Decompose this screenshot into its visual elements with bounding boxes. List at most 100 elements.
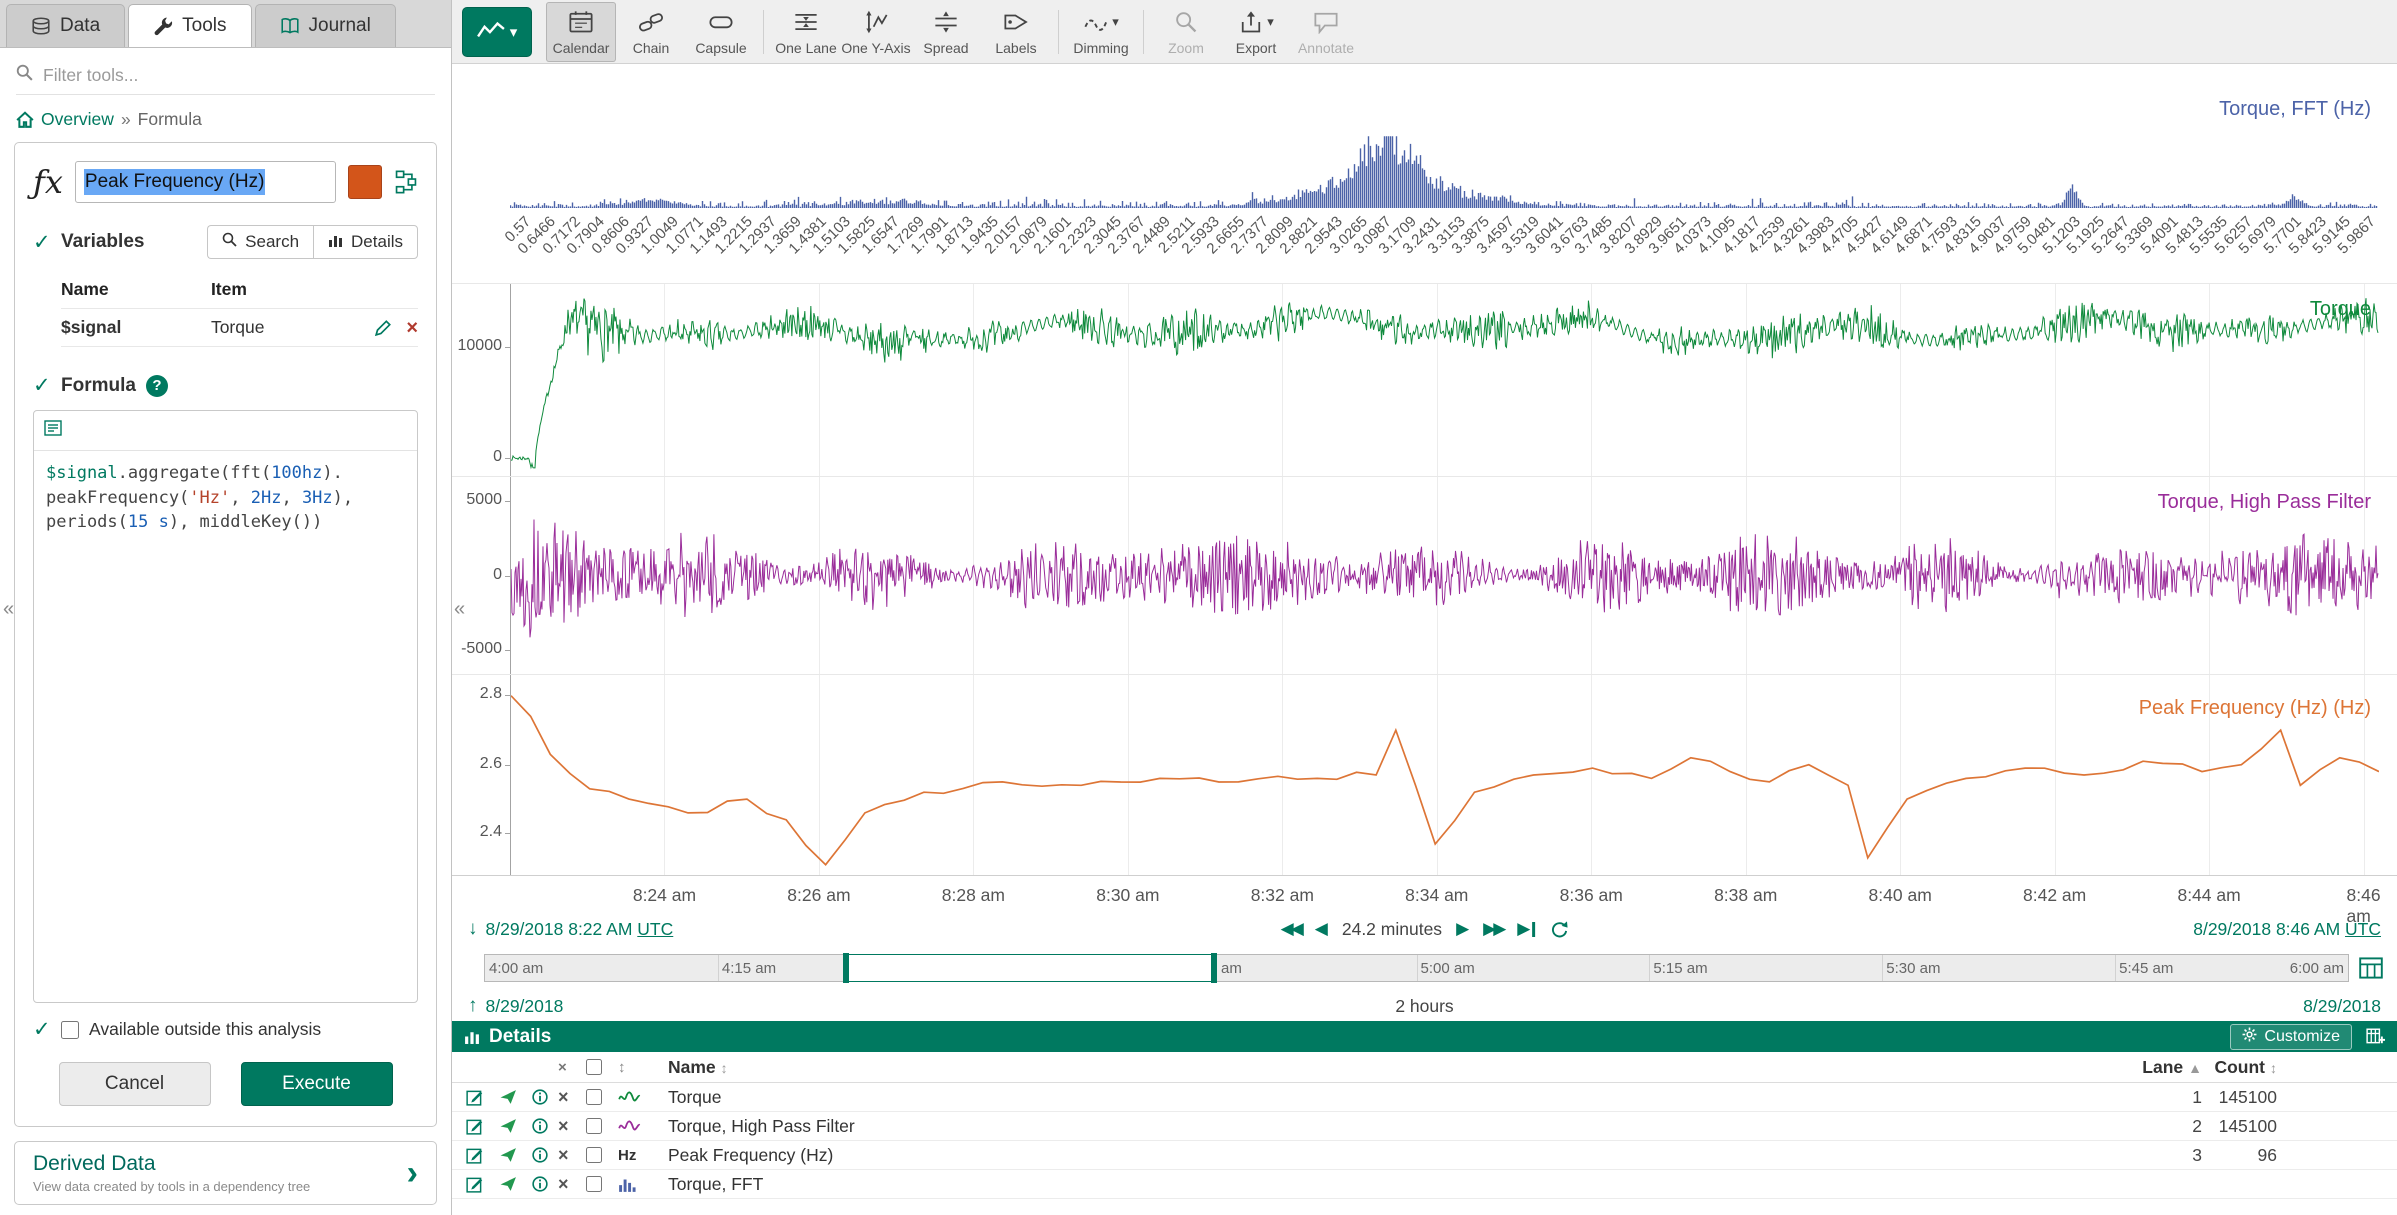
extend-timeline-icon[interactable]: ↑	[468, 995, 478, 1017]
extend-range-start-icon[interactable]: ↓	[468, 918, 478, 940]
item-checkbox[interactable]	[586, 1089, 602, 1105]
tab-journal[interactable]: Journal	[255, 4, 396, 47]
annotate-icon	[1313, 8, 1339, 36]
tab-tools[interactable]: Tools	[128, 4, 251, 47]
item-name[interactable]: Torque	[668, 1087, 2107, 1108]
range-refresh-button[interactable]	[1549, 920, 1568, 939]
item-checkbox[interactable]	[586, 1147, 602, 1163]
range-duration-label[interactable]: 24.2 minutes	[1342, 919, 1442, 940]
time-axis-label: 8:32 am	[1251, 885, 1314, 906]
tools-icon	[153, 16, 173, 36]
range-step-back-button[interactable]: ◀	[1315, 919, 1328, 939]
item-checkbox[interactable]	[586, 1118, 602, 1134]
collapse-panel-chevron[interactable]: «	[3, 598, 14, 621]
toolbar-calendar-button[interactable]: Calendar	[546, 2, 616, 62]
hpf-plot-area[interactable]	[510, 477, 2379, 674]
home-icon[interactable]	[16, 111, 34, 128]
toolbar-dimming-button[interactable]: ▾Dimming	[1066, 2, 1136, 62]
remove-variable-icon[interactable]: ×	[406, 318, 418, 338]
item-info-icon[interactable]	[532, 1176, 558, 1192]
range-jump-forward-button[interactable]: ▶▶	[1483, 919, 1503, 939]
name-column-header[interactable]: Name↕	[668, 1057, 2107, 1078]
dependency-tree-icon[interactable]	[394, 169, 418, 195]
item-checkbox[interactable]	[586, 1176, 602, 1192]
details-panel: Details Customize × ↕ Name↕ Lane▲ C	[452, 1021, 2397, 1215]
trend-toolbar: ▾ CalendarChainCapsuleOne LaneOne Y-Axis…	[452, 0, 2397, 64]
send-item-icon[interactable]	[500, 1118, 532, 1134]
variable-name: $signal	[61, 317, 211, 338]
range-start-label[interactable]: 8/29/2018 8:22 AM UTC	[486, 919, 674, 940]
send-item-icon[interactable]	[500, 1147, 532, 1163]
toolbar-spread-button[interactable]: Spread	[911, 2, 981, 62]
variable-row: $signalTorque×	[61, 309, 418, 347]
timeline-end-date[interactable]: 8/29/2018	[2303, 996, 2381, 1017]
toolbar-one-lane-button[interactable]: One Lane	[771, 2, 841, 62]
remove-item-icon[interactable]: ×	[558, 1087, 586, 1108]
edit-item-icon[interactable]	[466, 1088, 500, 1106]
customize-button[interactable]: Customize	[2230, 1024, 2352, 1050]
send-item-icon[interactable]	[500, 1089, 532, 1105]
remove-all-icon[interactable]: ×	[558, 1059, 586, 1076]
breadcrumb-current: Formula	[138, 109, 202, 130]
sidebar: DataToolsJournal Overview » Formula ƒx P…	[0, 0, 452, 1215]
color-swatch-button[interactable]	[348, 165, 382, 199]
sort-icon[interactable]: ↕	[618, 1059, 668, 1076]
lane-column-header[interactable]: Lane▲	[2107, 1057, 2202, 1078]
item-info-icon[interactable]	[532, 1089, 558, 1105]
item-name[interactable]: Torque, FFT	[668, 1174, 2107, 1195]
timeline-grid-icon[interactable]	[2359, 957, 2383, 979]
edit-item-icon[interactable]	[466, 1117, 500, 1135]
item-name-input[interactable]: Peak Frequency (Hz)	[75, 161, 336, 203]
breadcrumb-overview-link[interactable]: Overview	[41, 109, 114, 130]
tab-data[interactable]: Data	[6, 4, 125, 47]
toolbar-capsule-button[interactable]: Capsule	[686, 2, 756, 62]
edit-variable-icon[interactable]	[375, 319, 392, 336]
remove-item-icon[interactable]: ×	[558, 1116, 586, 1137]
toolbar-one-y-axis-button[interactable]: One Y-Axis	[841, 2, 911, 62]
execute-button[interactable]: Execute	[241, 1062, 393, 1106]
timeline-start-date[interactable]: 8/29/2018	[486, 996, 564, 1017]
timeline-selection-window[interactable]	[845, 954, 1216, 982]
formula-code[interactable]: $signal.aggregate(fft(100hz). peakFreque…	[34, 451, 417, 545]
range-end-label[interactable]: 8/29/2018 8:46 AM UTC	[2193, 919, 2381, 940]
item-info-icon[interactable]	[532, 1147, 558, 1163]
toolbar-export-button[interactable]: ▾Export	[1221, 2, 1291, 62]
view-selector-button[interactable]: ▾	[462, 7, 532, 57]
range-step-forward-button[interactable]: ▶	[1456, 919, 1469, 939]
edit-item-icon[interactable]	[466, 1175, 500, 1193]
derived-data-title: Derived Data	[33, 1152, 310, 1176]
remove-item-icon[interactable]: ×	[558, 1174, 586, 1195]
filter-tools-input[interactable]	[43, 65, 435, 86]
timeline-duration[interactable]: 2 hours	[1395, 996, 1453, 1017]
item-info-icon[interactable]	[532, 1118, 558, 1134]
cancel-button[interactable]: Cancel	[59, 1062, 211, 1106]
range-step-last-button[interactable]: ▶	[1517, 919, 1535, 939]
select-all-checkbox[interactable]	[586, 1059, 602, 1075]
range-jump-back-button[interactable]: ◀◀	[1281, 919, 1301, 939]
timeline-handle-left[interactable]	[843, 953, 849, 983]
add-column-icon[interactable]	[2366, 1028, 2385, 1045]
item-name[interactable]: Peak Frequency (Hz)	[668, 1145, 2107, 1166]
timeline-handle-right[interactable]	[1211, 953, 1217, 983]
calendar-icon	[568, 8, 594, 36]
fft-plot-area[interactable]	[510, 64, 2379, 209]
timeline-bar[interactable]: 4:00 am4:15 am4:30 am4:45 am5:00 am5:15 …	[484, 954, 2349, 982]
details-button[interactable]: Details	[313, 225, 418, 259]
available-outside-checkbox[interactable]	[61, 1021, 79, 1039]
peak-plot-area[interactable]	[510, 675, 2379, 875]
derived-data-panel[interactable]: Derived Data View data created by tools …	[14, 1141, 437, 1205]
search-button[interactable]: Search	[207, 225, 313, 259]
toolbar-labels-button[interactable]: Labels	[981, 2, 1051, 62]
count-column-header[interactable]: Count↕	[2202, 1057, 2277, 1078]
remove-item-icon[interactable]: ×	[558, 1145, 586, 1166]
formula-editor[interactable]: $signal.aggregate(fft(100hz). peakFreque…	[33, 410, 418, 1003]
formula-help-icon[interactable]: ?	[146, 375, 168, 397]
formula-lines-icon[interactable]	[44, 420, 62, 441]
edit-item-icon[interactable]	[466, 1146, 500, 1164]
toolbar-chain-button[interactable]: Chain	[616, 2, 686, 62]
send-item-icon[interactable]	[500, 1176, 532, 1192]
caret-down-icon: ▾	[510, 23, 518, 41]
collapse-sidebar-chevron[interactable]: «	[454, 598, 465, 621]
torque-plot-area[interactable]	[510, 284, 2379, 476]
item-name[interactable]: Torque, High Pass Filter	[668, 1116, 2107, 1137]
